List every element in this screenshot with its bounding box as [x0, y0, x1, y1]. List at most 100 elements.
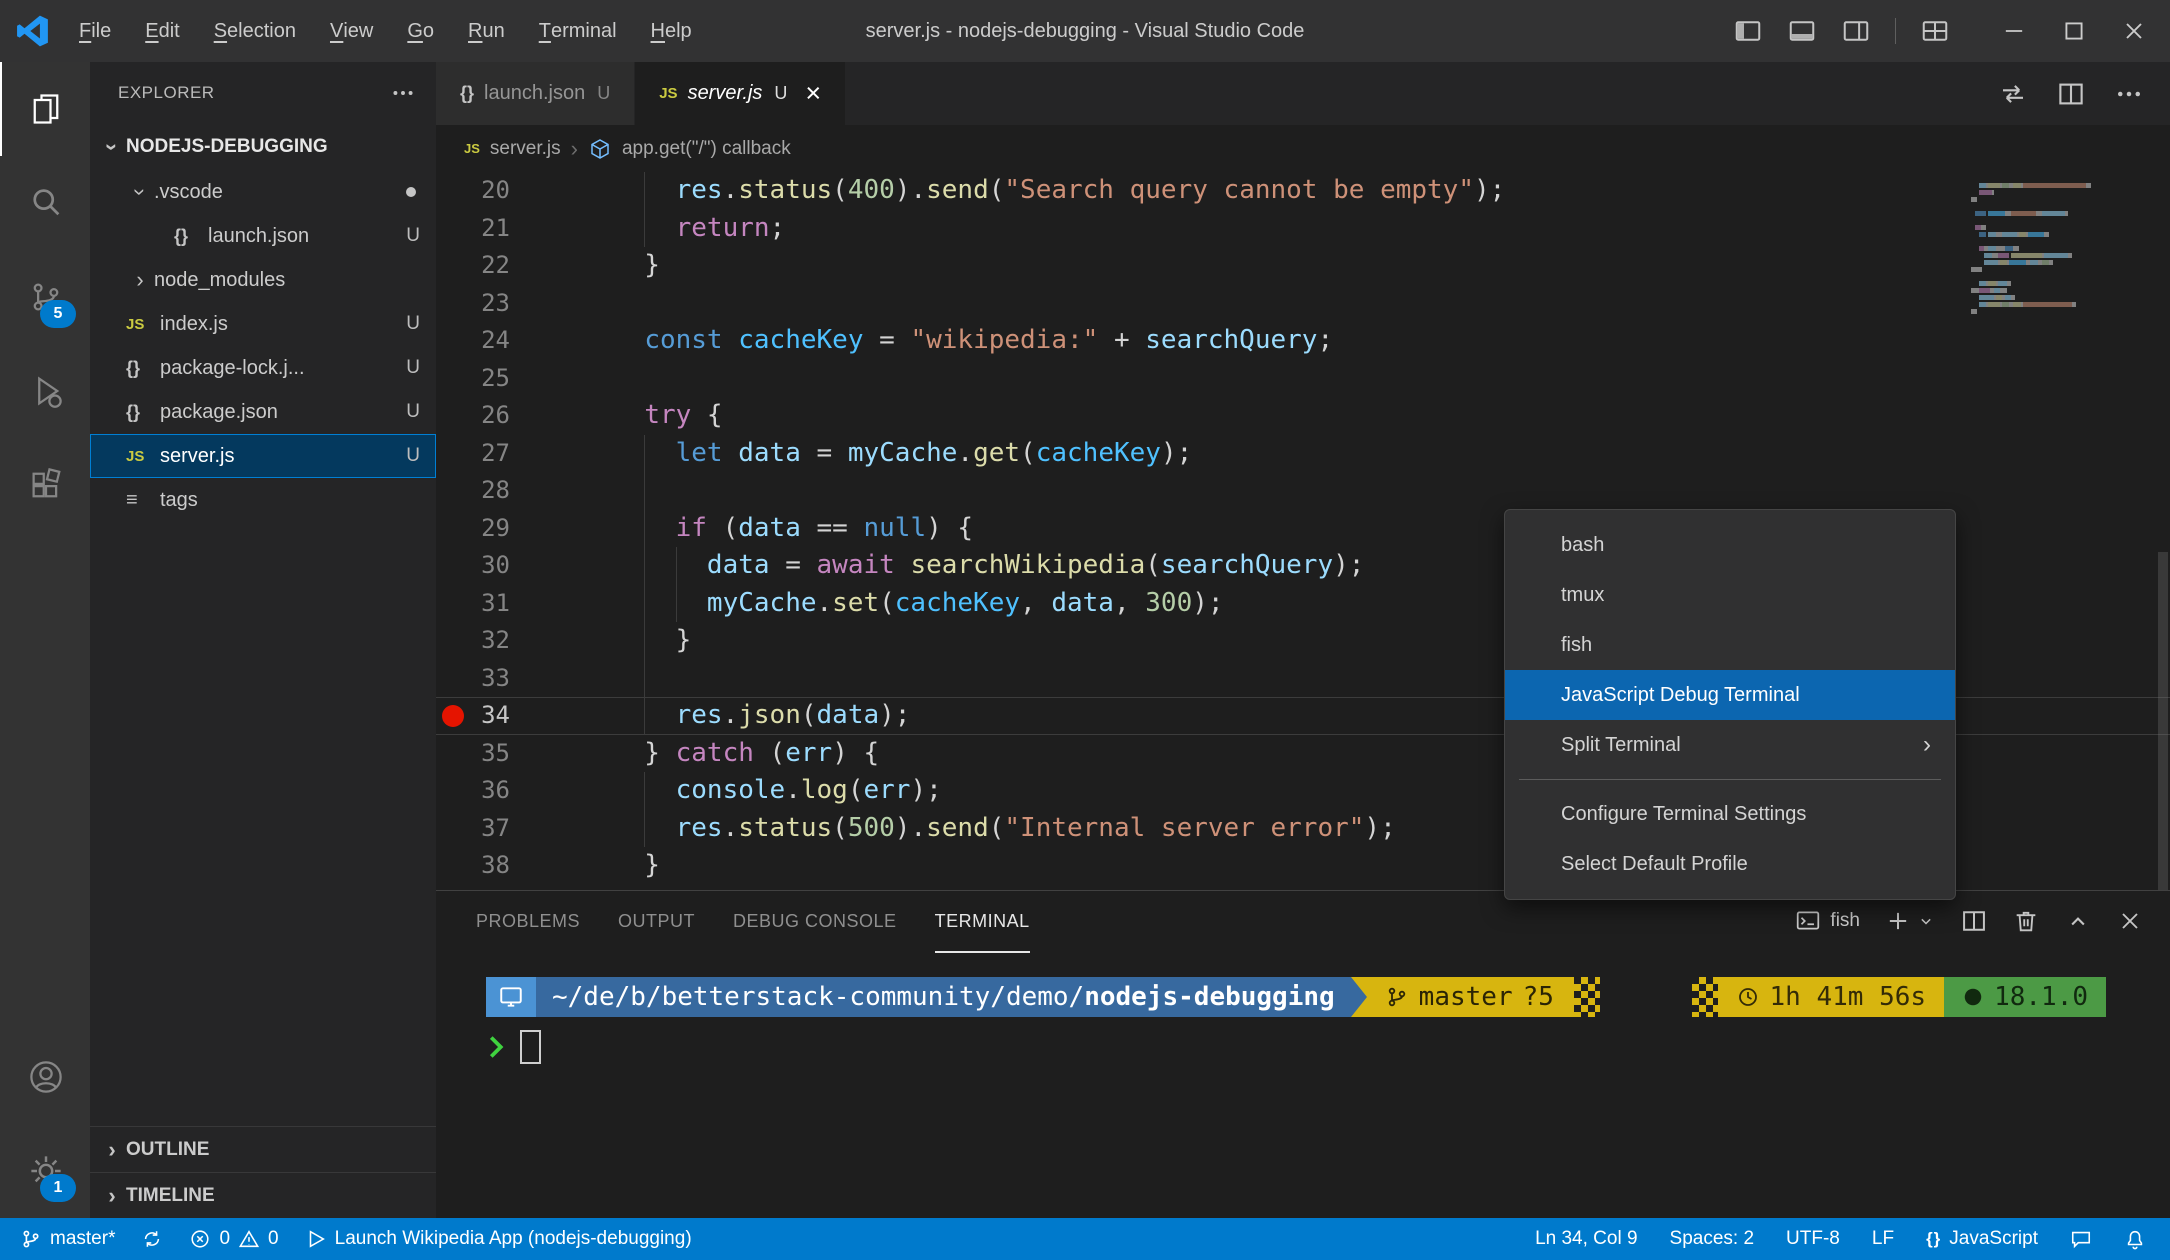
activity-run-debug[interactable]	[0, 344, 90, 438]
close-button[interactable]	[2104, 0, 2164, 62]
minimap-token	[2004, 246, 2013, 251]
cursor-position[interactable]: Ln 34, Col 9	[1535, 1228, 1637, 1250]
code-text[interactable]: return;	[613, 209, 2170, 247]
toggle-sidebar-icon[interactable]	[1733, 16, 1763, 46]
open-changes-icon[interactable]	[1998, 79, 2028, 109]
breadcrumb-file[interactable]: server.js	[490, 138, 561, 160]
menu-help[interactable]: Help	[634, 0, 709, 62]
code-text[interactable]: const cacheKey = "wikipedia:" + searchQu…	[613, 322, 2170, 360]
code-text[interactable]	[613, 360, 2170, 398]
maximize-button[interactable]	[2044, 0, 2104, 62]
file-name: tags	[160, 488, 198, 511]
terminal-dropdown-icon[interactable]	[1916, 911, 1936, 931]
warnings-icon	[238, 1230, 260, 1248]
minimap-token	[1971, 232, 1979, 237]
terminal-input-line[interactable]	[486, 1027, 2170, 1067]
panel-tab-problems[interactable]: PROBLEMS	[476, 891, 580, 953]
breadcrumb-symbol[interactable]: app.get("/") callback	[622, 138, 791, 160]
notifications-status[interactable]	[2124, 1228, 2146, 1250]
menu-view[interactable]: View	[313, 0, 390, 62]
language-mode[interactable]: {} JavaScript	[1926, 1228, 2038, 1250]
activity-explorer[interactable]	[0, 62, 90, 156]
minimize-button[interactable]	[1984, 0, 2044, 62]
tree-item-server-js[interactable]: JS server.js U	[90, 434, 436, 478]
toggle-secondary-sidebar-icon[interactable]	[1841, 16, 1871, 46]
menu-run[interactable]: Run	[451, 0, 522, 62]
panel-tab-terminal[interactable]: TERMINAL	[934, 891, 1030, 953]
tree-item-index-js[interactable]: JS index.js U	[90, 302, 436, 346]
activity-source-control[interactable]: 5	[0, 250, 90, 344]
token: "Search query cannot be empty"	[1004, 175, 1474, 205]
minimap-line	[1971, 222, 2107, 230]
more-actions-icon[interactable]	[390, 80, 416, 106]
tab-launch-json[interactable]: {} launch.json U	[436, 62, 636, 125]
menu-selection[interactable]: Selection	[197, 0, 313, 62]
code-text[interactable]: }	[613, 247, 2170, 285]
close-panel-icon[interactable]	[2116, 907, 2144, 935]
close-icon[interactable]: ×	[805, 80, 821, 107]
menu-item-configure-terminal-settings[interactable]: Configure Terminal Settings	[1505, 789, 1955, 839]
tree-item-package-lock-j[interactable]: {} package-lock.j... U	[90, 346, 436, 390]
menu-item-bash[interactable]: bash	[1505, 520, 1955, 570]
minimap-token	[1981, 225, 1986, 230]
workspace-root-row[interactable]: › NODEJS-DEBUGGING	[90, 124, 436, 170]
menu-edit[interactable]: Edit	[128, 0, 196, 62]
line-number: 24	[481, 326, 510, 354]
toggle-panel-icon[interactable]	[1787, 16, 1817, 46]
activity-settings[interactable]: 1	[0, 1124, 90, 1218]
customize-layout-icon[interactable]	[1920, 16, 1950, 46]
menu-item-select-default-profile[interactable]: Select Default Profile	[1505, 839, 1955, 889]
new-terminal-icon[interactable]	[1884, 907, 1912, 935]
tree-item-tags[interactable]: ≡ tags	[90, 478, 436, 522]
minimap-token	[1971, 295, 1979, 300]
more-actions-icon[interactable]	[2114, 79, 2144, 109]
token: }	[613, 250, 660, 280]
minimap-token	[1971, 183, 1979, 188]
menu-file[interactable]: File	[62, 0, 128, 62]
menu-item-tmux[interactable]: tmux	[1505, 570, 1955, 620]
menu-go[interactable]: Go	[390, 0, 451, 62]
code-text[interactable]: try {	[613, 397, 2170, 435]
activity-search[interactable]	[0, 156, 90, 250]
panel-tab-debug-console[interactable]: DEBUG CONSOLE	[733, 891, 897, 953]
gutter-cell	[436, 360, 470, 398]
code-text[interactable]: res.status(400).send("Search query canno…	[613, 172, 2170, 210]
terminal[interactable]: ~/de/b/betterstack-community/demo/nodejs…	[436, 951, 2170, 1067]
section-outline[interactable]: › OUTLINE	[90, 1126, 436, 1172]
menu-item-fish[interactable]: fish	[1505, 620, 1955, 670]
terminal-profile-chip[interactable]: fish	[1795, 908, 1860, 934]
tree-item-launch-json[interactable]: {} launch.json U	[90, 214, 436, 258]
kill-terminal-icon[interactable]	[2012, 907, 2040, 935]
branch-status[interactable]: master*	[20, 1228, 115, 1250]
split-terminal-icon[interactable]	[1960, 907, 1988, 935]
minimap[interactable]	[1971, 180, 2107, 314]
problems-status[interactable]: 0 0	[189, 1228, 279, 1250]
gutter-cell	[436, 285, 470, 323]
activity-extensions[interactable]	[0, 438, 90, 532]
editor-scrollbar[interactable]	[2158, 552, 2168, 890]
menu-item-split-terminal[interactable]: Split Terminal ›	[1505, 720, 1955, 770]
tree-item-package-json[interactable]: {} package.json U	[90, 390, 436, 434]
code-text[interactable]	[613, 285, 2170, 323]
tree-item-vscode[interactable]: › .vscode	[90, 170, 436, 214]
tab-server-js[interactable]: JS server.js U ×	[635, 62, 847, 125]
feedback-status[interactable]	[2070, 1228, 2092, 1250]
code-text[interactable]	[613, 472, 2170, 510]
indentation[interactable]: Spaces: 2	[1670, 1228, 1755, 1250]
encoding[interactable]: UTF-8	[1786, 1228, 1840, 1250]
menu-terminal[interactable]: Terminal	[522, 0, 634, 62]
file-name: launch.json	[208, 224, 310, 247]
maximize-panel-icon[interactable]	[2064, 907, 2092, 935]
sync-status[interactable]	[141, 1228, 163, 1250]
breakpoint-gutter[interactable]	[436, 697, 470, 735]
split-editor-icon[interactable]	[2056, 79, 2086, 109]
code-text[interactable]: let data = myCache.get(cacheKey);	[613, 434, 2170, 472]
section-timeline[interactable]: › TIMELINE	[90, 1172, 436, 1218]
activity-account[interactable]	[0, 1030, 90, 1124]
gutter-cell	[436, 247, 470, 285]
panel-tab-output[interactable]: OUTPUT	[618, 891, 695, 953]
eol[interactable]: LF	[1872, 1228, 1894, 1250]
tree-item-node-modules[interactable]: › node_modules	[90, 258, 436, 302]
debug-launch-status[interactable]: Launch Wikipedia App (nodejs-debugging)	[305, 1228, 692, 1250]
menu-item-javascript-debug-terminal[interactable]: JavaScript Debug Terminal	[1505, 670, 1955, 720]
